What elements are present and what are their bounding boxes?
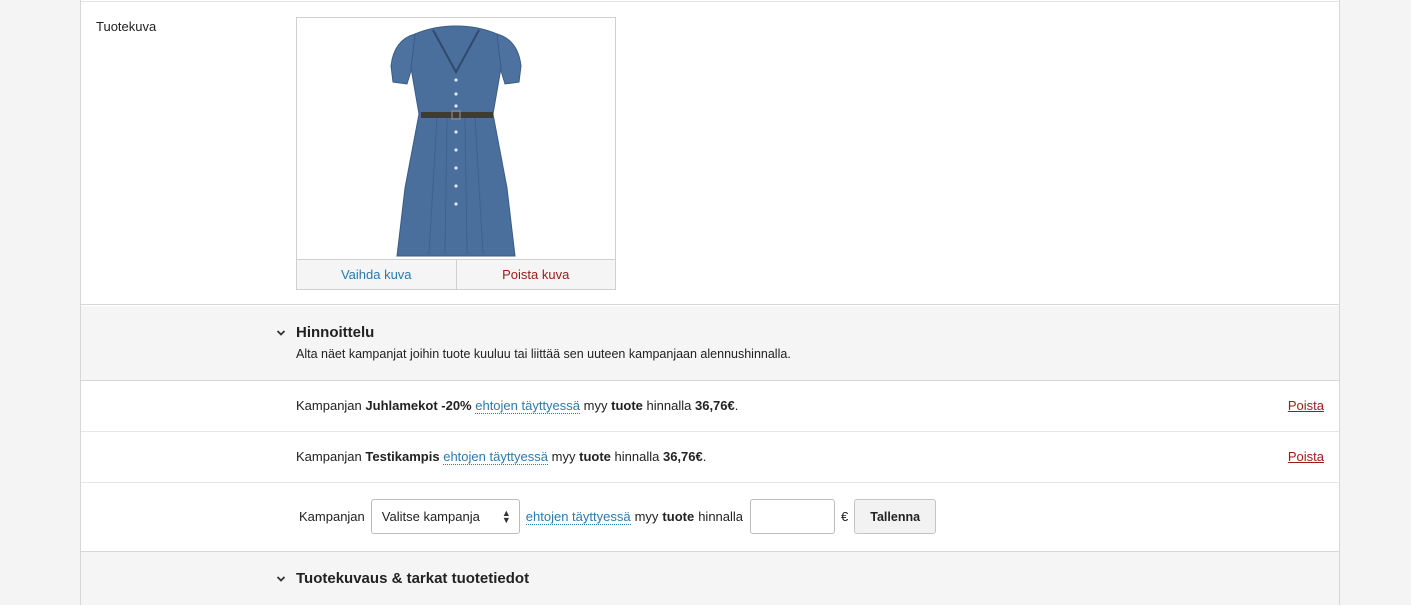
pricing-description: Alta näet kampanjat joihin tuote kuuluu …: [296, 347, 791, 361]
campaign-name: Juhlamekot -20%: [365, 398, 472, 413]
pricing-section-header[interactable]: Hinnoittelu Alta näet kampanjat joihin t…: [81, 306, 1339, 381]
product-image-section: Tuotekuva Vaihda kuva Poista kuva: [81, 2, 1339, 305]
product-edit-panel: Tuotekuva Vaihda kuva Poista kuva Hinnoi…: [80, 0, 1340, 605]
add-campaign-prefix: Kampanjan: [299, 509, 365, 524]
campaign-sells-word: myy: [551, 449, 576, 464]
campaign-select[interactable]: Valitse kampanja ▲ ▼: [370, 499, 520, 534]
add-campaign-row: Kampanjan Valitse kampanja ▲ ▼ ehtojen tä…: [81, 483, 1339, 551]
campaign-price: 36,76€: [662, 449, 703, 464]
campaign-select-value: Valitse kampanja: [381, 509, 480, 524]
dress-picture: [390, 25, 522, 257]
description-title: Tuotekuvaus & tarkat tuotetiedot: [296, 570, 530, 587]
campaign-end: .: [702, 449, 707, 464]
campaign-price: 36,76€: [694, 398, 735, 413]
campaign-product: tuote: [579, 449, 611, 464]
campaign-conditions-link[interactable]: ehtojen täyttyessä: [443, 449, 549, 465]
campaign-name: Testikampis: [365, 449, 440, 464]
add-campaign-form: Kampanjan Valitse kampanja ▲ ▼ ehtojen tä…: [299, 499, 937, 534]
add-campaign-price-word: hinnalla: [698, 509, 744, 524]
campaign-price-word: hinnalla: [646, 398, 692, 413]
chevron-down-icon[interactable]: [275, 327, 287, 339]
product-image: [297, 18, 615, 259]
remove-image-button[interactable]: Poista kuva: [455, 260, 616, 289]
product-image-label: Tuotekuva: [96, 19, 157, 34]
campaign-end: .: [734, 398, 739, 413]
remove-campaign-link[interactable]: Poista: [1288, 449, 1324, 464]
campaign-price-input[interactable]: [750, 499, 836, 534]
select-arrows-icon: ▲ ▼: [501, 507, 511, 525]
campaign-sells-word: myy: [583, 398, 608, 413]
product-image-box: Vaihda kuva Poista kuva: [296, 17, 616, 290]
campaign-price-word: hinnalla: [614, 449, 660, 464]
add-campaign-sells-word: myy: [634, 509, 659, 524]
campaign-prefix: Kampanjan: [296, 398, 362, 413]
image-actions: Vaihda kuva Poista kuva: [297, 259, 615, 289]
campaign-row: Kampanjan Juhlamekot -20% ehtojen täytty…: [81, 381, 1339, 432]
campaign-conditions-link[interactable]: ehtojen täyttyessä: [475, 398, 581, 414]
campaign-product: tuote: [611, 398, 643, 413]
description-section-header[interactable]: Tuotekuvaus & tarkat tuotetiedot: [81, 551, 1339, 605]
campaign-prefix: Kampanjan: [296, 449, 362, 464]
pricing-title: Hinnoittelu: [296, 324, 375, 341]
add-campaign-conditions-link[interactable]: ehtojen täyttyessä: [525, 509, 631, 525]
campaign-row-text: Kampanjan Juhlamekot -20% ehtojen täytty…: [296, 398, 739, 414]
remove-campaign-link[interactable]: Poista: [1288, 398, 1324, 413]
currency-symbol: €: [841, 509, 849, 524]
campaign-row: Kampanjan Testikampis ehtojen täyttyessä…: [81, 432, 1339, 483]
save-campaign-button[interactable]: Tallenna: [854, 499, 937, 534]
chevron-down-icon[interactable]: [275, 573, 287, 585]
change-image-button[interactable]: Vaihda kuva: [297, 260, 456, 289]
add-campaign-product: tuote: [662, 509, 695, 524]
campaign-row-text: Kampanjan Testikampis ehtojen täyttyessä…: [296, 449, 707, 465]
